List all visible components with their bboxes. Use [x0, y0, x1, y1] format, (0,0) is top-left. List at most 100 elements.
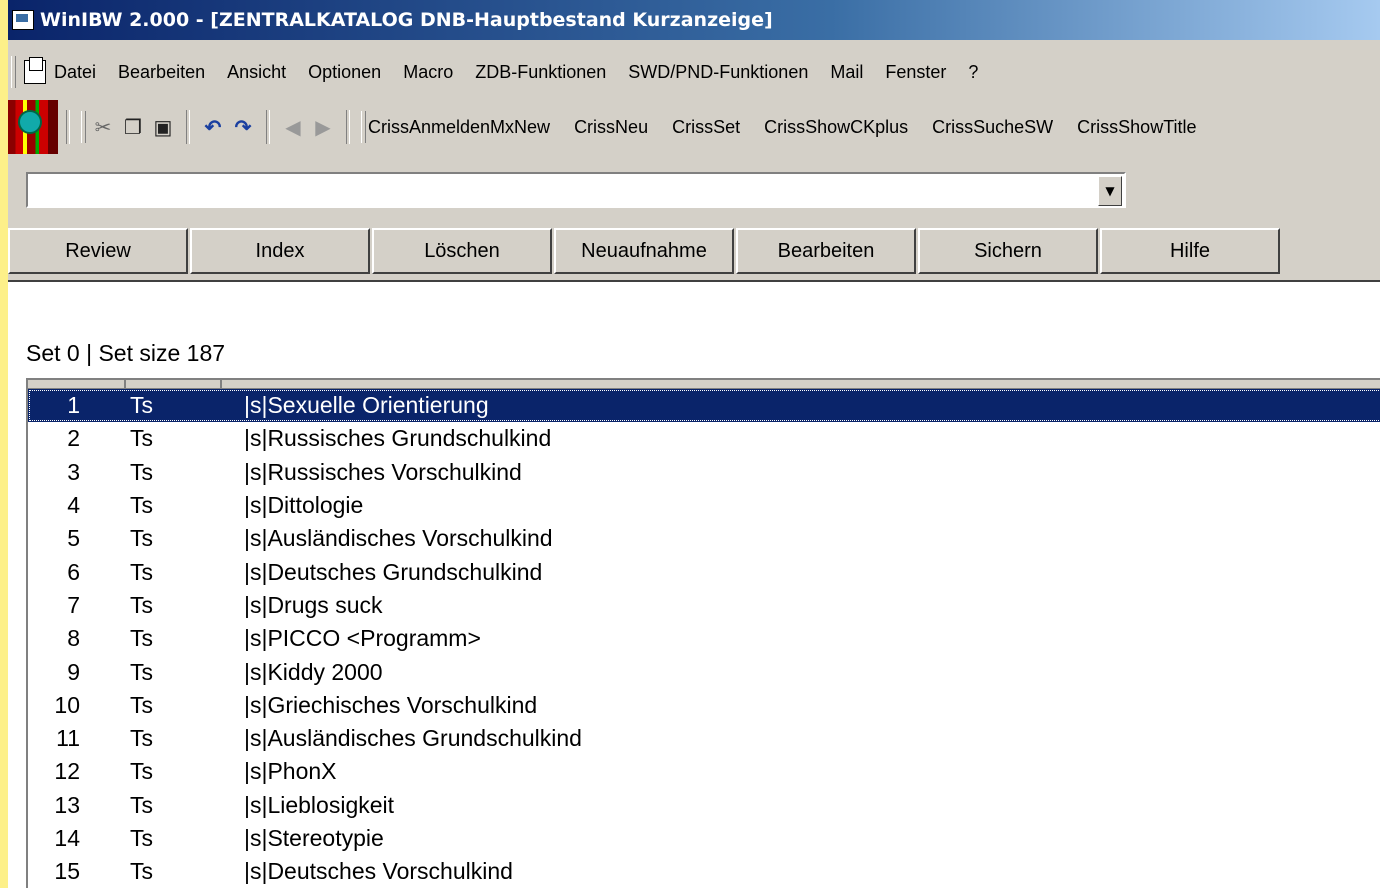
row-text: |s|Russisches Grundschulkind: [244, 425, 552, 452]
list-item[interactable]: 6 Ts |s|Deutsches Grundschulkind: [28, 555, 1380, 588]
sichern-button[interactable]: Sichern: [918, 228, 1098, 274]
forward-icon[interactable]: ▶: [308, 115, 338, 140]
list-item[interactable]: 13 Ts |s|Lieblosigkeit: [28, 789, 1380, 822]
menu-bar: Datei Bearbeiten Ansicht Optionen Macro …: [8, 50, 1380, 94]
row-number: 2: [67, 425, 80, 452]
index-button[interactable]: Index: [190, 228, 370, 274]
row-text: |s|Lieblosigkeit: [244, 791, 395, 818]
row-number: 10: [54, 691, 80, 718]
row-text: |s|Stereotypie: [244, 825, 384, 851]
list-item[interactable]: 15 Ts |s|Deutsches Vorschulkind: [28, 855, 1380, 888]
list-item[interactable]: 8 Ts |s|PICCO <Programm>: [28, 622, 1380, 655]
back-icon[interactable]: ◀: [278, 115, 308, 140]
row-type: Ts: [130, 758, 153, 785]
row-text: |s|Russisches Vorschulkind: [244, 458, 522, 485]
macro-criss-show-ckplus[interactable]: CrissShowCKplus: [764, 117, 908, 138]
list-item[interactable]: 12 Ts |s|PhonX: [28, 755, 1380, 788]
results-list[interactable]: 1 Ts |s|Sexuelle Orientierung 2 Ts |s|Russisc…: [26, 378, 1380, 888]
row-text: |s|Deutsches Grundschulkind: [244, 558, 543, 585]
row-number: 1: [67, 392, 80, 419]
document-icon[interactable]: [24, 57, 46, 84]
menu-swd-pnd-funktionen[interactable]: SWD/PND-Funktionen: [628, 62, 808, 83]
title-bar[interactable]: WinIBW 2.000 - [ZENTRALKATALOG DNB-Haupt…: [8, 0, 1380, 40]
app-icon[interactable]: [12, 10, 34, 30]
bearbeiten-button[interactable]: Bearbeiten: [736, 228, 916, 274]
menu-bearbeiten[interactable]: Bearbeiten: [118, 62, 205, 83]
row-type: Ts: [130, 525, 153, 552]
macro-criss-show-title[interactable]: CrissShowTitle: [1077, 117, 1196, 138]
column-divider[interactable]: [124, 380, 126, 388]
list-item[interactable]: 3 Ts |s|Russisches Vorschulkind: [28, 456, 1380, 489]
row-number: 3: [67, 458, 80, 485]
row-type: Ts: [130, 392, 153, 419]
command-bar: ▼: [8, 160, 1380, 224]
row-number: 11: [56, 725, 80, 752]
undo-icon[interactable]: ↶: [198, 115, 228, 140]
list-item[interactable]: 9 Ts |s|Kiddy 2000: [28, 655, 1380, 688]
list-item[interactable]: 7 Ts |s|Drugs suck: [28, 589, 1380, 622]
macro-criss-suche-sw[interactable]: CrissSucheSW: [932, 117, 1053, 138]
row-type: Ts: [130, 858, 153, 885]
neuaufnahme-button[interactable]: Neuaufnahme: [554, 228, 734, 274]
row-number: 12: [54, 758, 80, 785]
macro-toolbar-grip[interactable]: [361, 111, 366, 143]
cut-icon[interactable]: ✂: [88, 115, 118, 140]
row-text: |s|Ausländisches Vorschulkind: [244, 525, 553, 552]
hilfe-button[interactable]: Hilfe: [1100, 228, 1280, 274]
window-title: WinIBW 2.000 - [ZENTRALKATALOG DNB-Haupt…: [40, 9, 773, 31]
menu-ansicht[interactable]: Ansicht: [227, 62, 286, 83]
menu-help[interactable]: ?: [968, 62, 978, 83]
row-number: 4: [67, 492, 80, 519]
row-text: |s|Drugs suck: [244, 591, 383, 618]
loeschen-button[interactable]: Löschen: [372, 228, 552, 274]
row-text: |s|PhonX: [244, 758, 337, 785]
list-item[interactable]: 5 Ts |s|Ausländisches Vorschulkind: [28, 522, 1380, 555]
menubar-grip[interactable]: [11, 56, 16, 88]
toolbar-grip[interactable]: [81, 111, 86, 143]
row-type: Ts: [130, 558, 153, 585]
row-type: Ts: [130, 658, 153, 685]
toolbar-separator: [266, 110, 270, 144]
row-type: Ts: [130, 492, 153, 519]
function-buttons: Review Index Löschen Neuaufnahme Bearbei…: [8, 228, 1380, 276]
row-text: |s|Dittologie: [244, 492, 364, 519]
dropdown-arrow-icon[interactable]: ▼: [1098, 176, 1122, 206]
command-input[interactable]: ▼: [26, 172, 1126, 208]
macro-criss-set[interactable]: CrissSet: [672, 117, 740, 138]
results-pane: Set 0 | Set size 187 1 Ts |s|Sexuelle Orie…: [8, 280, 1380, 888]
toolbar: ✂ ❐ ▣ ↶ ↷ ◀ ▶ CrissAnmeldenMxNew CrissNe…: [8, 98, 1380, 156]
row-text: |s|Kiddy 2000: [244, 658, 383, 685]
macro-criss-neu[interactable]: CrissNeu: [574, 117, 648, 138]
row-text: |s|Griechisches Vorschulkind: [244, 691, 538, 718]
list-header: [28, 380, 1380, 389]
row-number: 7: [67, 591, 80, 618]
list-item[interactable]: 11 Ts |s|Ausländisches Grundschulkind: [28, 722, 1380, 755]
menu-optionen[interactable]: Optionen: [308, 62, 381, 83]
menu-fenster[interactable]: Fenster: [885, 62, 946, 83]
row-type: Ts: [130, 591, 153, 618]
menu-datei[interactable]: Datei: [54, 62, 96, 83]
app-window: WinIBW 2.000 - [ZENTRALKATALOG DNB-Haupt…: [8, 0, 1380, 888]
list-item[interactable]: 1 Ts |s|Sexuelle Orientierung: [28, 389, 1380, 423]
paste-icon[interactable]: ▣: [148, 115, 178, 140]
list-item[interactable]: 14 Ts |s|Stereotypie: [28, 822, 1380, 855]
redo-icon[interactable]: ↷: [228, 115, 258, 140]
macro-criss-anmelden[interactable]: CrissAnmeldenMxNew: [368, 117, 550, 138]
list-item[interactable]: 4 Ts |s|Dittologie: [28, 489, 1380, 522]
row-type: Ts: [130, 825, 153, 851]
set-info: Set 0 | Set size 187: [26, 340, 226, 366]
row-number: 6: [67, 558, 80, 585]
toolbar-separator: [186, 110, 190, 144]
menu-macro[interactable]: Macro: [403, 62, 453, 83]
row-text: |s|Sexuelle Orientierung: [244, 392, 489, 419]
column-divider[interactable]: [220, 380, 222, 388]
menu-mail[interactable]: Mail: [830, 62, 863, 83]
copy-icon[interactable]: ❐: [118, 115, 148, 140]
list-item[interactable]: 10 Ts |s|Griechisches Vorschulkind: [28, 689, 1380, 722]
toolbar-separator: [346, 110, 350, 144]
list-item[interactable]: 2 Ts |s|Russisches Grundschulkind: [28, 422, 1380, 455]
menu-zdb-funktionen[interactable]: ZDB-Funktionen: [475, 62, 606, 83]
row-type: Ts: [130, 725, 153, 752]
review-button[interactable]: Review: [8, 228, 188, 274]
row-text: |s|PICCO <Programm>: [244, 625, 481, 652]
